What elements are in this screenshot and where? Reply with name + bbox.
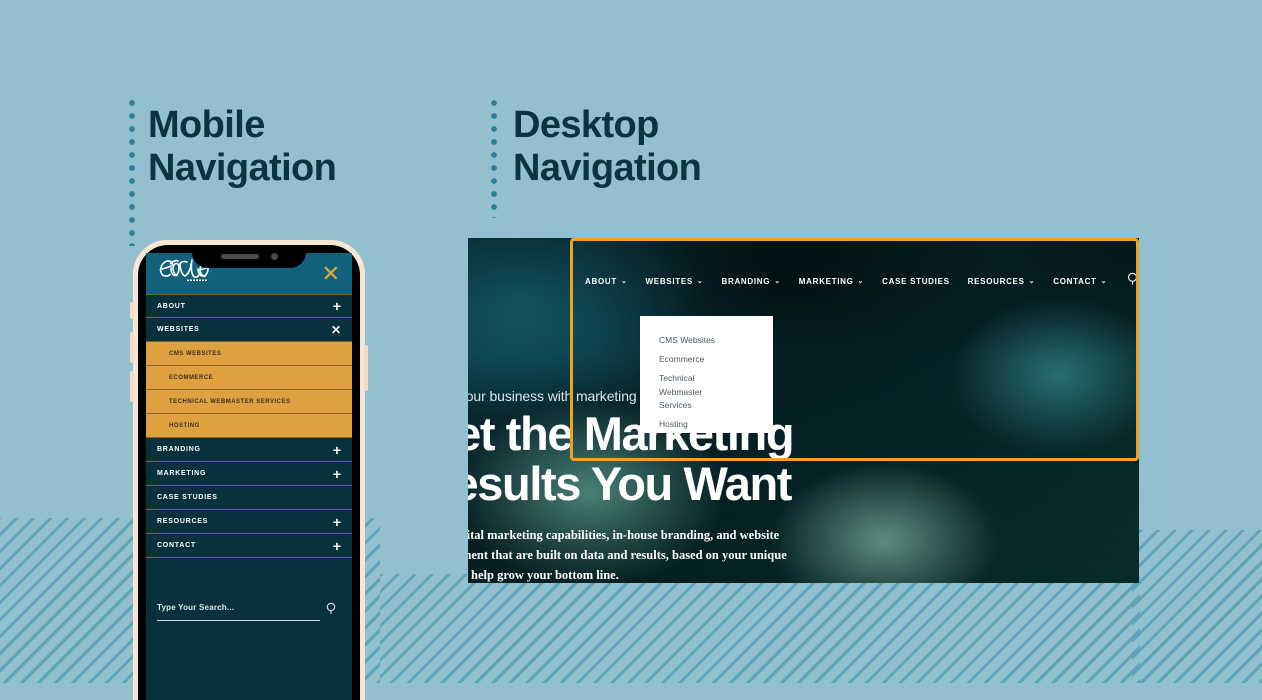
desktop-nav-label: WEBSITES xyxy=(645,276,693,286)
mobile-nav-label: CASE STUDIES xyxy=(157,494,218,501)
mobile-submenu-label: HOSTING xyxy=(169,422,200,429)
dropdown-item-technical-webmaster-services[interactable]: Technical Webmaster Services xyxy=(659,372,735,412)
phone-volume-down-button[interactable] xyxy=(130,371,134,402)
desktop-nav-label: ABOUT xyxy=(585,276,617,286)
phone-screen: ✕ ABOUT + WEBSITES ✕ CMS WEBSITES ECOMME… xyxy=(146,253,352,700)
search-icon[interactable] xyxy=(326,601,337,619)
mobile-nav-item-contact[interactable]: CONTACT + xyxy=(146,534,352,558)
desktop-nav-item-marketing[interactable]: MARKETING ⌄ xyxy=(799,277,864,286)
chevron-down-icon: ⌄ xyxy=(857,277,865,285)
plus-icon[interactable]: + xyxy=(333,515,341,529)
desktop-screenshot: ABOUT ⌄ WEBSITES ⌄ BRANDING ⌄ MARKETING … xyxy=(468,238,1139,583)
phone-power-button[interactable] xyxy=(364,345,368,391)
mobile-nav-item-case-studies[interactable]: CASE STUDIES xyxy=(146,486,352,510)
mobile-nav-item-branding[interactable]: BRANDING + xyxy=(146,438,352,462)
dropdown-item-cms-websites[interactable]: CMS Websites xyxy=(659,334,735,347)
mobile-nav-item-marketing[interactable]: MARKETING + xyxy=(146,462,352,486)
desktop-nav-label: MARKETING xyxy=(798,276,854,286)
mobile-submenu-label: TECHNICAL WEBMASTER SERVICES xyxy=(169,398,291,405)
desktop-nav-bar: ABOUT ⌄ WEBSITES ⌄ BRANDING ⌄ MARKETING … xyxy=(468,264,1139,298)
mobile-nav-label: BRANDING xyxy=(157,446,201,453)
desktop-nav-item-branding[interactable]: BRANDING ⌄ xyxy=(722,277,781,286)
mobile-nav-label: RESOURCES xyxy=(157,518,209,525)
dropdown-list: CMS Websites Ecommerce Technical Webmast… xyxy=(659,334,773,431)
mobile-nav-list: ABOUT + WEBSITES ✕ CMS WEBSITES ECOMMERC… xyxy=(146,294,352,558)
mobile-nav-label: CONTACT xyxy=(157,542,196,549)
mobile-section-title: Mobile Navigation xyxy=(148,104,337,189)
mobile-nav-label: WEBSITES xyxy=(157,326,200,333)
background-stripes-right xyxy=(1132,530,1262,683)
desktop-nav-label: RESOURCES xyxy=(967,276,1025,286)
plus-icon[interactable]: + xyxy=(333,443,341,457)
phone-volume-up-button[interactable] xyxy=(130,332,134,363)
desktop-nav-label: BRANDING xyxy=(721,276,771,286)
background-stripes-middle xyxy=(380,574,1140,683)
mobile-submenu-label: ECOMMERCE xyxy=(169,374,214,381)
plus-icon[interactable]: + xyxy=(333,539,341,553)
chevron-down-icon: ⌄ xyxy=(696,277,704,285)
mobile-search xyxy=(157,597,337,621)
chevron-down-icon: ⌄ xyxy=(1028,277,1036,285)
mobile-nav-item-about[interactable]: ABOUT + xyxy=(146,294,352,318)
dropdown-item-ecommerce[interactable]: Ecommerce xyxy=(659,353,735,366)
desktop-nav-item-resources[interactable]: RESOURCES ⌄ xyxy=(968,277,1036,286)
search-input[interactable] xyxy=(157,603,320,612)
mobile-nav-item-websites[interactable]: WEBSITES ✕ xyxy=(146,318,352,342)
mobile-nav-item-resources[interactable]: RESOURCES + xyxy=(146,510,352,534)
desktop-nav-item-websites[interactable]: WEBSITES ⌄ xyxy=(646,277,704,286)
desktop-nav-label: CASE STUDIES xyxy=(882,276,950,286)
mobile-search-field[interactable] xyxy=(157,597,320,621)
desktop-nav-item-about[interactable]: ABOUT ⌄ xyxy=(585,277,628,286)
phone-front-camera xyxy=(270,253,278,260)
hero-body-text: With digital marketing capabilities, in-… xyxy=(468,527,787,583)
plus-icon[interactable]: + xyxy=(333,299,341,313)
mobile-submenu-item-hosting[interactable]: HOSTING xyxy=(146,414,352,438)
close-icon[interactable]: ✕ xyxy=(322,262,340,285)
websites-dropdown-menu: CMS Websites Ecommerce Technical Webmast… xyxy=(640,316,773,433)
close-icon[interactable]: ✕ xyxy=(331,324,341,336)
mobile-submenu-label: CMS WEBSITES xyxy=(169,350,222,357)
dropdown-item-hosting[interactable]: Hosting xyxy=(659,418,735,431)
chevron-down-icon: ⌄ xyxy=(620,277,628,285)
mobile-submenu-item-ecommerce[interactable]: ECOMMERCE xyxy=(146,366,352,390)
phone-notch xyxy=(192,245,306,268)
desktop-section-title: Desktop Navigation xyxy=(513,104,702,189)
phone-earpiece-speaker xyxy=(220,254,259,259)
desktop-nav-item-case-studies[interactable]: CASE STUDIES xyxy=(882,277,950,286)
search-icon[interactable] xyxy=(1127,272,1139,290)
phone-silent-switch[interactable] xyxy=(130,302,134,319)
mobile-nav-label: ABOUT xyxy=(157,302,186,310)
chevron-down-icon: ⌄ xyxy=(774,277,781,285)
plus-icon[interactable]: + xyxy=(333,467,341,481)
mobile-nav-label: MARKETING xyxy=(157,470,207,477)
mobile-submenu-item-cms-websites[interactable]: CMS WEBSITES xyxy=(146,342,352,366)
mobile-submenu-item-technical-webmaster-services[interactable]: TECHNICAL WEBMASTER SERVICES xyxy=(146,390,352,414)
dotted-rule-desktop xyxy=(491,100,497,218)
dotted-rule-mobile xyxy=(129,100,135,246)
phone-mockup: ✕ ABOUT + WEBSITES ✕ CMS WEBSITES ECOMME… xyxy=(130,240,368,700)
desktop-nav-label: CONTACT xyxy=(1053,276,1097,286)
desktop-nav-item-contact[interactable]: CONTACT ⌄ xyxy=(1053,277,1107,286)
chevron-down-icon: ⌄ xyxy=(1100,277,1108,285)
